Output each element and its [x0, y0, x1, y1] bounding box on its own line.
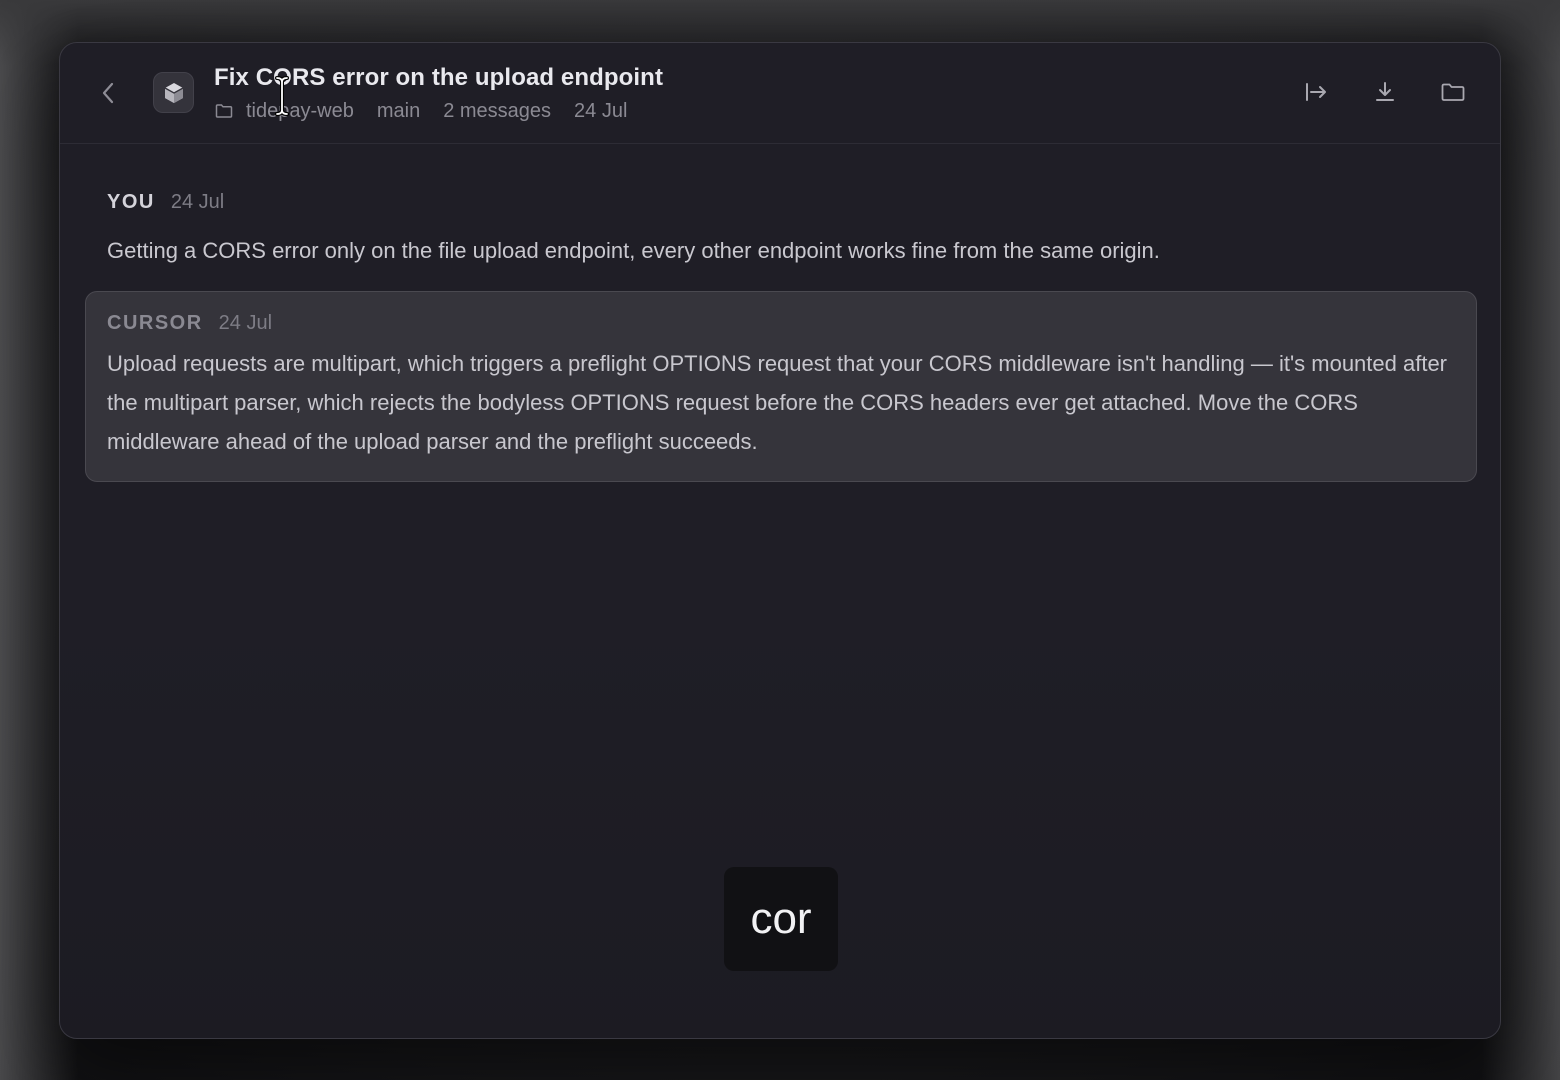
- download-icon: [1376, 82, 1394, 101]
- project-name: tidepay-web: [246, 99, 354, 122]
- message-count: 2 messages: [443, 99, 552, 122]
- text-cursor-icon: [275, 76, 289, 116]
- cube-icon: [164, 82, 183, 103]
- user-message: YOU 24 Jul Getting a CORS error only on …: [107, 191, 1470, 270]
- chevron-left-icon: [102, 82, 114, 104]
- message-date: 24 Jul: [170, 191, 225, 213]
- sender-label: YOU: [107, 191, 155, 213]
- sender-label: CURSOR: [107, 312, 203, 334]
- share-button[interactable]: [1301, 77, 1331, 107]
- open-folder-button[interactable]: [1438, 77, 1468, 107]
- folder-icon: [214, 101, 234, 121]
- message-header: CURSOR 24 Jul: [107, 312, 1455, 335]
- typed-query-chip: cor: [724, 867, 838, 971]
- app-logo: [153, 72, 194, 113]
- download-button[interactable]: [1370, 77, 1400, 107]
- message-header: YOU 24 Jul: [107, 191, 1470, 214]
- export-arrow-icon: [1306, 83, 1326, 101]
- branch-name: main: [376, 99, 421, 122]
- bottom-fade: [60, 608, 1500, 1038]
- conversation-date: 24 Jul: [574, 99, 628, 122]
- conversation-window: Fix CORS error on the upload endpoint ti…: [59, 42, 1501, 1039]
- assistant-message: CURSOR 24 Jul Upload requests are multip…: [85, 291, 1477, 482]
- back-button[interactable]: [96, 79, 120, 107]
- message-text: Upload requests are multipart, which tri…: [107, 351, 1448, 454]
- message-date: 24 Jul: [218, 312, 273, 334]
- message-text: Getting a CORS error only on the file up…: [107, 238, 1160, 263]
- folder-icon: [1441, 83, 1465, 101]
